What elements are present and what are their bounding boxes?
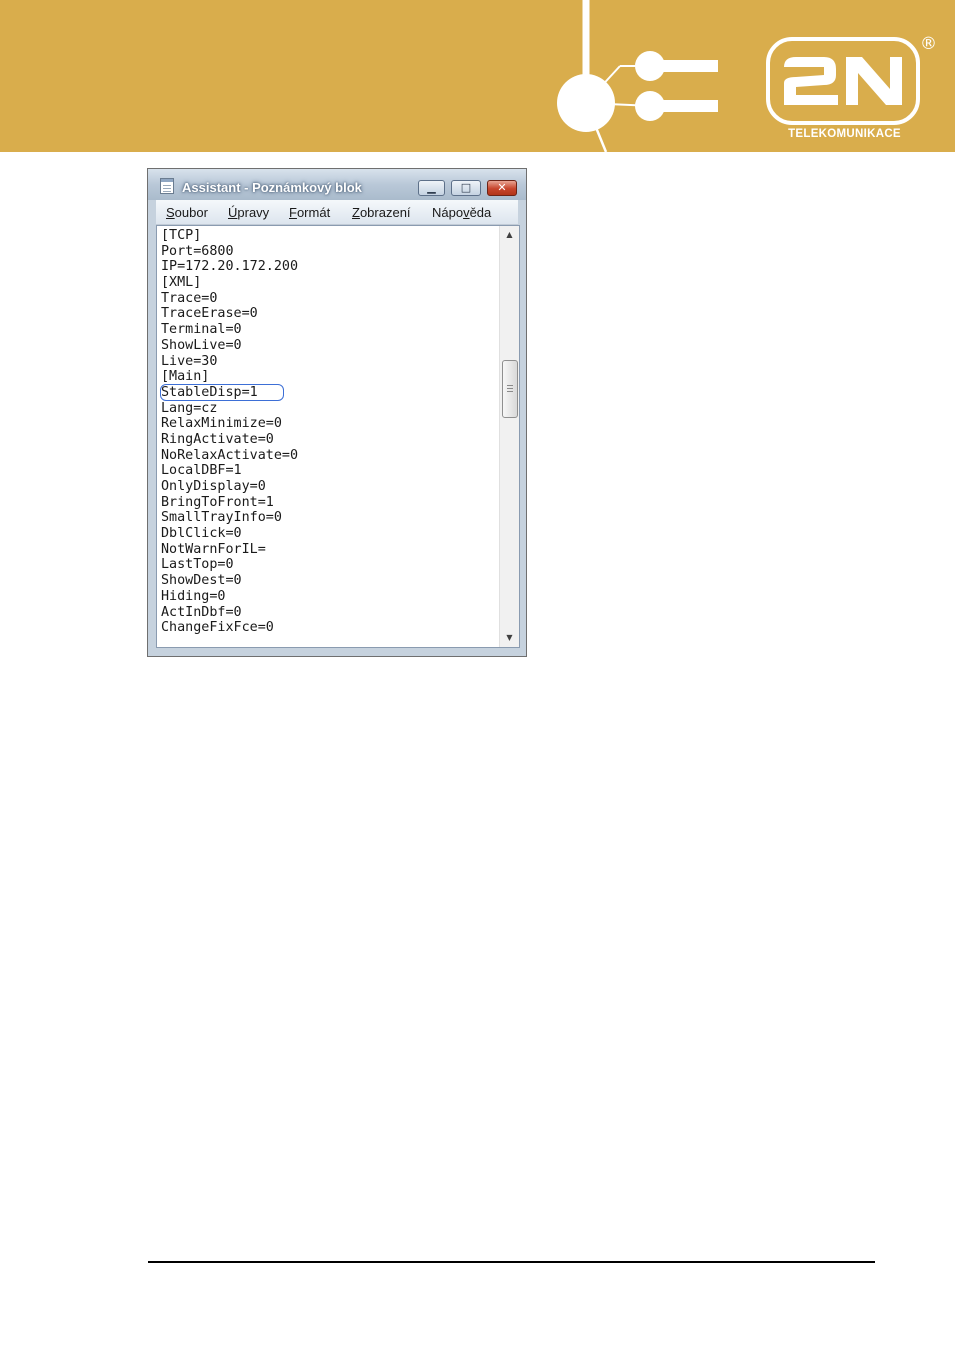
text-line: [TCP] <box>161 228 202 243</box>
text-line: Terminal=0 <box>161 322 242 338</box>
menu-napoveda[interactable]: Nápověda <box>432 205 491 220</box>
menu-soubor[interactable]: Soubor <box>166 205 208 220</box>
text-line: ShowLive=0 <box>161 337 242 353</box>
text-editor[interactable]: [TCP] Port=6800 IP=172.20.172.200 [XML] … <box>156 225 520 648</box>
menu-upravy[interactable]: Úpravy <box>228 205 269 220</box>
text-line: Hiding=0 <box>161 588 226 604</box>
notepad-icon[interactable] <box>160 178 174 194</box>
menu-label: ormát <box>296 205 331 220</box>
text-line: DblClick=0 <box>161 526 242 542</box>
window-title: Assistant - Poznámkový blok <box>182 180 362 195</box>
close-icon: ✕ <box>497 181 507 194</box>
text-line: RingActivate=0 <box>161 431 274 447</box>
menu-label: ěda <box>469 205 492 220</box>
scroll-down-arrow-icon[interactable]: ▼ <box>500 629 519 647</box>
text-line: Trace=0 <box>161 290 218 306</box>
header-banner: ® TELEKOMUNIKACE <box>0 0 955 152</box>
menu-format[interactable]: Formát <box>289 205 330 220</box>
highlight-oval <box>160 384 284 401</box>
scroll-up-arrow-icon[interactable]: ▲ <box>500 226 519 244</box>
menu-zobrazeni[interactable]: Zobrazení <box>352 205 411 220</box>
menu-accesskey: Ú <box>228 205 238 220</box>
text-line: NotWarnForIL= <box>161 541 266 557</box>
circuit-nodes-icon <box>557 0 718 152</box>
minimize-button[interactable]: ▁ <box>418 180 445 196</box>
text-line: NoRelaxActivate=0 <box>161 447 299 463</box>
text-line: LocalDBF=1 <box>161 463 242 479</box>
text-line: SmallTrayInfo=0 <box>161 510 282 526</box>
text-line: BringToFront=1 <box>161 494 274 510</box>
text-line: ChangeFixFce=0 <box>161 620 274 636</box>
menu-accesskey: Z <box>352 205 360 220</box>
brand-subtitle: TELEKOMUNIKACE <box>788 128 901 140</box>
minimize-icon: ▁ <box>427 181 436 194</box>
menu-label: pravy <box>237 205 270 220</box>
text-line: Port=6800 <box>161 243 234 259</box>
scrollbar-thumb[interactable] <box>502 360 518 418</box>
menu-label: oubor <box>174 205 208 220</box>
menu-accesskey: F <box>289 205 297 220</box>
editor-content[interactable]: [TCP] Port=6800 IP=172.20.172.200 [XML] … <box>161 228 491 636</box>
close-button[interactable]: ✕ <box>487 180 517 196</box>
text-line: [XML] <box>161 275 202 291</box>
menu-accesskey: S <box>166 205 175 220</box>
text-line: LastTop=0 <box>161 557 234 573</box>
text-line: [Main] <box>161 369 210 385</box>
title-bar[interactable]: Assistant - Poznámkový blok ▁ □ ✕ <box>148 169 526 200</box>
text-line: TraceErase=0 <box>161 306 258 322</box>
footer-rule <box>148 1261 875 1263</box>
maximize-icon: □ <box>460 181 472 194</box>
text-line: Live=30 <box>161 353 218 369</box>
text-line: ShowDest=0 <box>161 573 242 589</box>
menu-label: Nápo <box>432 205 464 220</box>
menu-label: obrazení <box>359 205 411 220</box>
text-line: IP=172.20.172.200 <box>161 259 299 275</box>
text-line: ActInDbf=0 <box>161 604 242 620</box>
menu-bar: Soubor Úpravy Formát Zobrazení Nápověda <box>156 200 518 225</box>
text-line: OnlyDisplay=0 <box>161 479 266 494</box>
2n-logo-icon <box>766 37 920 125</box>
text-line: RelaxMinimize=0 <box>161 416 282 432</box>
text-line: Lang=cz <box>161 400 218 416</box>
vertical-scrollbar[interactable]: ▲ ▼ <box>499 226 519 647</box>
maximize-button[interactable]: □ <box>451 180 481 196</box>
registered-mark: ® <box>920 34 937 54</box>
notepad-window: Assistant - Poznámkový blok ▁ □ ✕ Soubor… <box>147 168 527 657</box>
